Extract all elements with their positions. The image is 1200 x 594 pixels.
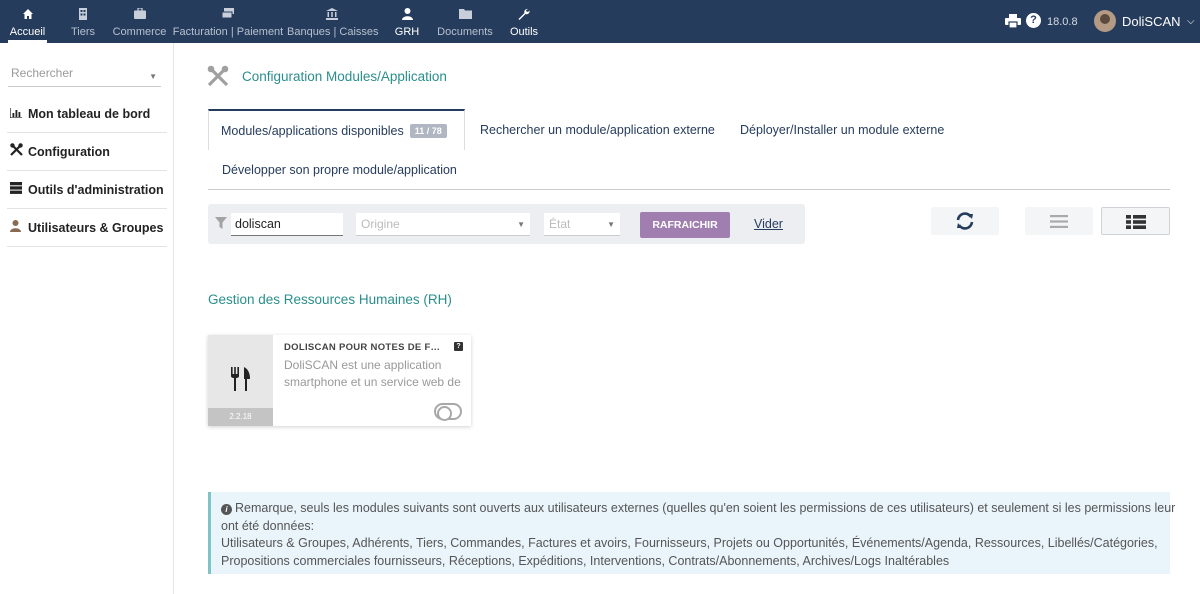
tab-search-external[interactable]: Rechercher un module/application externe	[480, 123, 715, 137]
top-menu-bar: Accueil Tiers Commerce Facturation | Pai…	[0, 0, 1200, 43]
sidebar-item-label: Configuration	[28, 145, 110, 159]
state-select[interactable]: État ▼	[544, 213, 620, 236]
module-card-image: 2.2.18	[208, 335, 273, 426]
search-input[interactable]: doliscan	[231, 213, 343, 236]
module-description: DoliSCAN est une application smartphone …	[284, 357, 464, 391]
kanban-view-button[interactable]	[1101, 207, 1170, 235]
module-enable-toggle[interactable]	[434, 403, 462, 421]
filter-bar: doliscan Origine ▼ État ▼ RAFRAICHIR Vid…	[208, 204, 805, 244]
sidebar-item-dashboard[interactable]: Mon tableau de bord	[7, 95, 167, 133]
menu-label: Banques | Caisses	[287, 26, 379, 38]
left-sidebar: Rechercher ▼ Mon tableau de bord Configu…	[0, 43, 174, 594]
menu-label: Documents	[437, 26, 493, 38]
menu-item-facturation[interactable]: Facturation | Paiement	[172, 0, 284, 43]
help-icon[interactable]: ?	[1026, 13, 1041, 28]
main-content: Configuration Modules/Application Module…	[175, 43, 1200, 594]
kanban-icon	[1126, 215, 1146, 232]
info-note: i Remarque, seuls les modules suivants so…	[208, 492, 1175, 574]
wrench-icon	[508, 8, 540, 21]
clear-filter-link[interactable]: Vider	[754, 217, 783, 231]
chevron-down-icon: ▼	[149, 72, 157, 81]
module-description-line: smartphone et un service web de	[284, 375, 461, 389]
sidebar-item-admin-tools[interactable]: Outils d'administration	[7, 171, 167, 209]
sidebar-search-select[interactable]: Rechercher ▼	[8, 65, 161, 87]
building-icon	[64, 8, 102, 21]
refresh-icon	[954, 211, 976, 234]
sidebar-item-label: Utilisateurs & Groupes	[28, 221, 164, 235]
menu-item-commerce[interactable]: Commerce	[111, 0, 168, 43]
version-label: 18.0.8	[1047, 16, 1078, 28]
tabs-divider	[208, 189, 1170, 190]
menu-label: Facturation | Paiement	[172, 26, 284, 38]
info-icon: i	[221, 504, 232, 515]
tab-label: Modules/applications disponibles	[221, 124, 404, 138]
chevron-down-icon[interactable]: ⌵	[1187, 16, 1195, 27]
username[interactable]: DoliSCAN	[1122, 14, 1181, 29]
home-icon	[4, 8, 51, 21]
cutlery-icon	[230, 367, 252, 391]
module-card[interactable]: 2.2.18 DOLISCAN POUR NOTES DE FRAIS ? Do…	[208, 335, 471, 426]
chart-icon	[9, 95, 28, 132]
menu-label: Commerce	[112, 26, 167, 38]
menu-label: Tiers	[70, 26, 96, 38]
tools-icon	[10, 133, 28, 170]
origin-placeholder: Origine	[361, 217, 400, 231]
sidebar-search-placeholder: Rechercher	[11, 66, 74, 80]
list-icon	[1050, 215, 1068, 231]
folder-icon	[436, 8, 494, 21]
tools-icon	[207, 65, 229, 87]
sidebar-item-users-groups[interactable]: Utilisateurs & Groupes	[7, 209, 167, 247]
module-version: 2.2.18	[208, 408, 273, 426]
sidebar-item-label: Outils d'administration	[28, 183, 164, 197]
menu-item-grh[interactable]: GRH	[392, 0, 422, 43]
tab-available-modules[interactable]: Modules/applications disponibles 11 / 78	[208, 109, 465, 150]
reload-button[interactable]	[931, 207, 999, 235]
state-placeholder: État	[549, 217, 571, 231]
help-icon[interactable]: ?	[454, 342, 463, 351]
menu-label: Outils	[509, 26, 539, 38]
section-title: Gestion des Ressources Humaines (RH)	[208, 292, 452, 307]
menu-item-banques[interactable]: Banques | Caisses	[287, 0, 379, 43]
refresh-button[interactable]: RAFRAICHIR	[640, 212, 730, 238]
bank-icon	[287, 8, 377, 21]
avatar[interactable]	[1094, 10, 1116, 32]
menu-item-outils[interactable]: Outils	[508, 0, 540, 43]
menu-item-accueil[interactable]: Accueil	[4, 0, 51, 43]
user-icon	[392, 8, 422, 21]
print-icon[interactable]	[1005, 14, 1021, 29]
money-icon	[172, 8, 284, 21]
list-view-button[interactable]	[1025, 207, 1093, 235]
tab-develop-module[interactable]: Développer son propre module/application	[222, 163, 457, 177]
origin-select[interactable]: Origine ▼	[356, 213, 530, 236]
user-icon	[10, 209, 28, 246]
module-description-line: DoliSCAN est une application	[284, 358, 442, 372]
menu-label: Accueil	[9, 26, 46, 38]
chevron-down-icon: ▼	[607, 220, 615, 229]
menu-label: GRH	[394, 26, 420, 38]
sidebar-item-configuration[interactable]: Configuration	[7, 133, 167, 171]
menu-item-tiers[interactable]: Tiers	[64, 0, 102, 43]
filter-icon	[215, 217, 227, 229]
module-title: DOLISCAN POUR NOTES DE FRAIS	[284, 342, 446, 353]
chevron-down-icon: ▼	[517, 220, 525, 229]
menu-item-documents[interactable]: Documents	[436, 0, 494, 43]
note-line: Remarque, seuls les modules suivants son…	[235, 501, 1176, 515]
note-line: ont été données:	[221, 518, 315, 533]
briefcase-icon	[111, 7, 168, 21]
modules-count-badge: 11 / 78	[409, 124, 447, 138]
server-icon	[10, 171, 28, 208]
sidebar-item-label: Mon tableau de bord	[28, 107, 151, 121]
page-title: Configuration Modules/Application	[242, 69, 447, 84]
note-line: Utilisateurs & Groupes, Adhérents, Tiers…	[221, 536, 1158, 550]
tab-deploy-external[interactable]: Déployer/Installer un module externe	[740, 123, 944, 137]
note-line: Propositions commerciales fournisseurs, …	[221, 553, 950, 568]
